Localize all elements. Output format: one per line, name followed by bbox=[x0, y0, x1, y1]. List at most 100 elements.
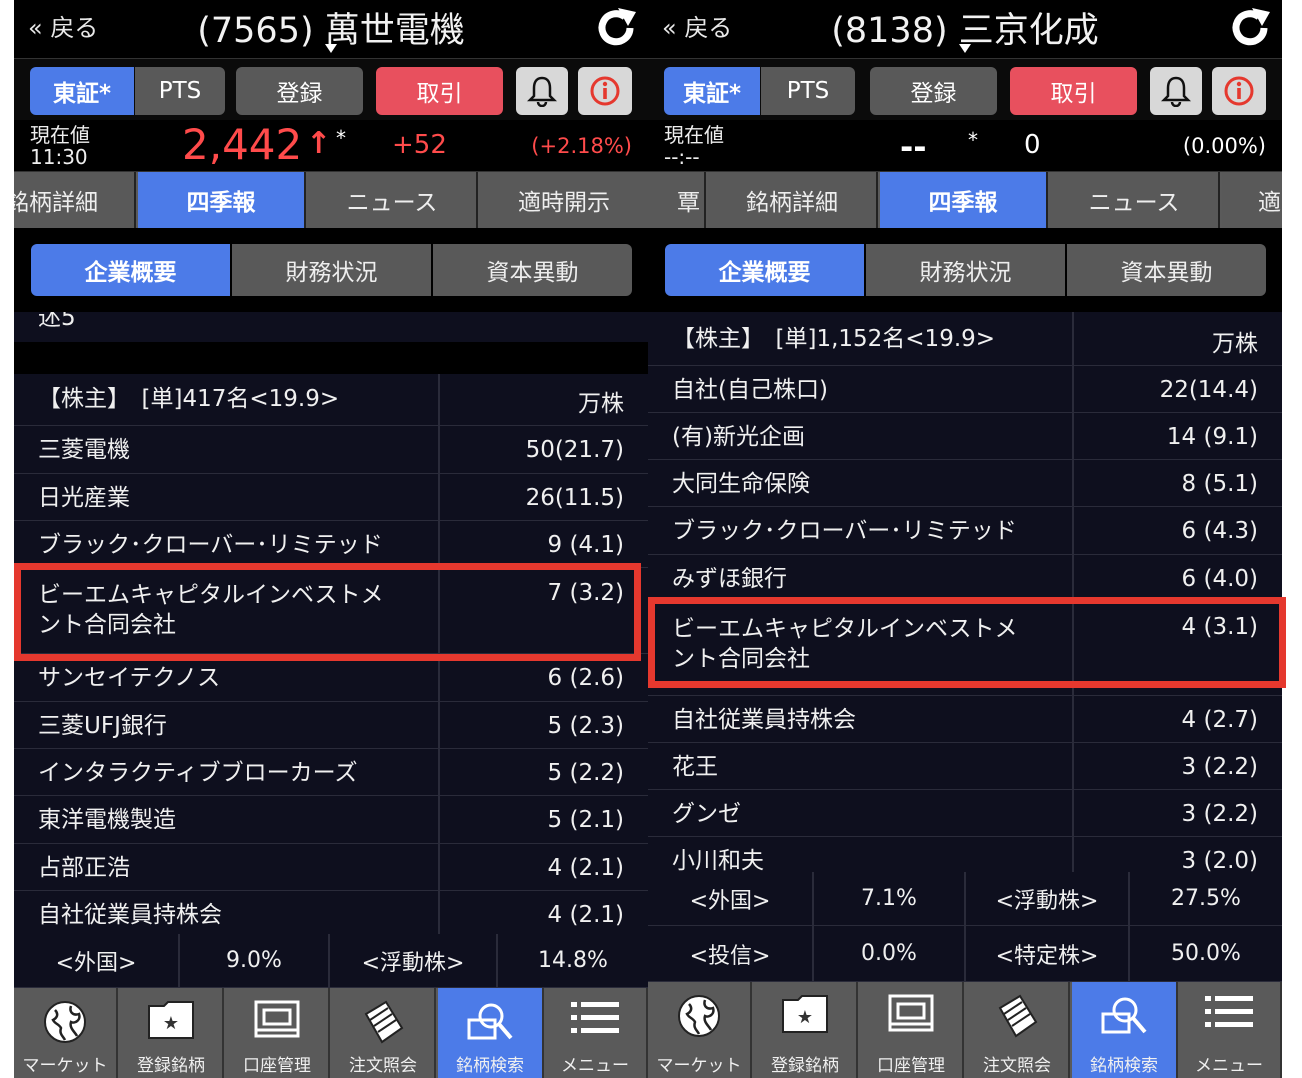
nav-label: 口座管理 bbox=[243, 1056, 311, 1076]
tab-disclosure[interactable]: 適 bbox=[1222, 172, 1282, 228]
shareholder-name: インタラクティブブローカーズ bbox=[38, 758, 357, 788]
tab-pts[interactable]: PTS bbox=[135, 67, 225, 115]
tab-disclosure[interactable]: 適時開示 bbox=[480, 172, 648, 228]
table-row: 自社従業員持株会 4 (2.1) bbox=[14, 891, 648, 939]
search-icon bbox=[463, 998, 517, 1050]
shareholder-name-line: グンゼ bbox=[672, 800, 741, 827]
subtab-financial[interactable]: 財務状況 bbox=[232, 244, 431, 296]
summary-value: 9.0% bbox=[180, 934, 330, 987]
nav-account[interactable]: 口座管理 bbox=[226, 988, 330, 1078]
shareholding-value: 26(11.5) bbox=[525, 484, 624, 511]
refresh-icon[interactable] bbox=[1226, 4, 1274, 52]
subtab-financial[interactable]: 財務状況 bbox=[866, 244, 1065, 296]
subtab-company-overview[interactable]: 企業概要 bbox=[31, 244, 230, 296]
shareholder-name: グンゼ bbox=[672, 799, 741, 829]
table-row: 三菱UFJ銀行 5 (2.3) bbox=[14, 702, 648, 749]
tab-news[interactable]: ニュース bbox=[308, 172, 478, 228]
summary-label: <特定株> bbox=[966, 926, 1130, 981]
nav-order-inquiry[interactable]: 注文照会 bbox=[966, 982, 1070, 1078]
price-bar: 現在値 --:-- -- * 0 (0.00%) bbox=[648, 120, 1282, 172]
summary-value: 14.8% bbox=[538, 948, 608, 973]
table-row: 自社従業員持株会 4 (2.7) bbox=[648, 696, 1282, 743]
shareholder-name-line: 自社(自己株口) bbox=[672, 376, 828, 403]
bell-icon[interactable] bbox=[516, 67, 568, 115]
table-row: グンゼ 3 (2.2) bbox=[648, 790, 1282, 837]
nav-label: 登録銘柄 bbox=[137, 1056, 205, 1076]
nav-label: 登録銘柄 bbox=[771, 1056, 839, 1076]
shareholding-value: 4 (2.1) bbox=[547, 902, 624, 928]
price-label: 現在値 bbox=[30, 123, 90, 147]
shareholder-name: みずほ銀行 bbox=[672, 564, 787, 594]
shareholder-name: 東洋電機製造 bbox=[38, 805, 176, 835]
tab-partial[interactable]: 覃 bbox=[648, 172, 706, 228]
nav-market[interactable]: マーケット bbox=[14, 988, 118, 1078]
shareholding-value: 5 (2.1) bbox=[547, 807, 624, 833]
trade-button[interactable]: 取引 bbox=[1010, 67, 1137, 115]
price-change-pct: (0.00%) bbox=[1182, 134, 1266, 158]
shareholding-value: 4 (2.7) bbox=[1181, 706, 1258, 733]
shareholder-name-line: 占部正浩 bbox=[38, 854, 130, 881]
nav-label: マーケット bbox=[656, 1056, 742, 1076]
price-time: 11:30 bbox=[30, 145, 88, 169]
info-icon[interactable] bbox=[578, 67, 632, 115]
summary-value: 7.1% bbox=[814, 872, 966, 925]
nav-label: マーケット bbox=[22, 1056, 108, 1076]
subtab-capital[interactable]: 資本異動 bbox=[1067, 244, 1266, 296]
table-row: 大同生命保険 8 (5.1) bbox=[648, 460, 1282, 507]
nav-registered-stocks[interactable]: ★ 登録銘柄 bbox=[754, 982, 858, 1078]
trade-button[interactable]: 取引 bbox=[376, 67, 503, 115]
register-button[interactable]: 登録 bbox=[870, 67, 997, 115]
shareholder-name: 自社従業員持株会 bbox=[38, 900, 222, 930]
search-icon bbox=[1097, 992, 1151, 1044]
price-change-pct: (+2.18%) bbox=[531, 134, 632, 158]
nav-menu[interactable]: メニュー bbox=[544, 988, 648, 1078]
shareholder-name-line: みずほ銀行 bbox=[672, 565, 787, 592]
summary-row: <投信> 0.0% <特定株> 50.0% bbox=[648, 926, 1282, 982]
tab-shikiho[interactable]: 四季報 bbox=[880, 172, 1048, 228]
shareholder-name: 三菱電機 bbox=[38, 435, 130, 465]
shares-unit: 万株 bbox=[578, 391, 624, 417]
price-change: 0 bbox=[1024, 130, 1041, 160]
tab-stock-detail[interactable]: 銘柄詳細 bbox=[14, 172, 136, 228]
subtab-company-overview[interactable]: 企業概要 bbox=[665, 244, 864, 296]
nav-account[interactable]: 口座管理 bbox=[860, 982, 964, 1078]
tab-pts[interactable]: PTS bbox=[761, 67, 855, 115]
header-bar: « 戻る (7565) 萬世電機 bbox=[14, 0, 648, 58]
bell-icon[interactable] bbox=[1150, 67, 1202, 115]
summary-row: <外国> 7.1% <浮動株> 27.5% bbox=[648, 872, 1282, 926]
price-mark: * bbox=[968, 128, 978, 152]
tab-market-tse[interactable]: 東証* bbox=[664, 67, 760, 115]
register-button[interactable]: 登録 bbox=[236, 67, 363, 115]
shareholding-value: 22(14.4) bbox=[1159, 376, 1258, 403]
table-row: ブラック･クローバー･リミテッド 9 (4.1) bbox=[14, 521, 648, 568]
subtab-capital[interactable]: 資本異動 bbox=[433, 244, 632, 296]
table-header-row: 【株主】 [単]1,152名<19.9> 万株 bbox=[648, 312, 1282, 366]
info-icon[interactable] bbox=[1212, 67, 1266, 115]
nav-registered-stocks[interactable]: ★ 登録銘柄 bbox=[120, 988, 224, 1078]
action-bar: 東証* PTS 登録 取引 bbox=[648, 58, 1282, 120]
tab-market-tse[interactable]: 東証* bbox=[30, 67, 134, 115]
account-icon bbox=[252, 998, 302, 1046]
shareholding-value: 5 (2.3) bbox=[547, 712, 624, 739]
tab-stock-detail[interactable]: 銘柄詳細 bbox=[708, 172, 878, 228]
shareholding-value: 6 (4.0) bbox=[1181, 565, 1258, 592]
nav-stock-search[interactable]: 銘柄検索 bbox=[1072, 982, 1178, 1078]
tab-news[interactable]: ニュース bbox=[1050, 172, 1220, 228]
nav-menu[interactable]: メニュー bbox=[1178, 982, 1282, 1078]
chevron-down-icon[interactable] bbox=[959, 44, 971, 53]
nav-market[interactable]: マーケット bbox=[648, 982, 752, 1078]
chevron-down-icon[interactable] bbox=[325, 44, 337, 53]
table-row: サンセイテクノス 6 (2.6) bbox=[14, 654, 648, 702]
nav-label: メニュー bbox=[1195, 1056, 1263, 1076]
summary-label: <外国> bbox=[14, 934, 180, 987]
nav-stock-search[interactable]: 銘柄検索 bbox=[438, 988, 544, 1078]
table-row: 占部正浩 4 (2.1) bbox=[14, 844, 648, 891]
tab-shikiho[interactable]: 四季報 bbox=[138, 172, 306, 228]
sub-tabs: 企業概要 財務状況 資本異動 bbox=[648, 228, 1282, 312]
nav-order-inquiry[interactable]: 注文照会 bbox=[332, 988, 436, 1078]
table-row: 三菱電機 50(21.7) bbox=[14, 426, 648, 474]
order-book-icon bbox=[358, 998, 408, 1052]
shareholder-name-line: (有)新光企画 bbox=[672, 423, 805, 450]
refresh-icon[interactable] bbox=[592, 4, 640, 52]
summary-label: <浮動株> bbox=[966, 872, 1130, 925]
